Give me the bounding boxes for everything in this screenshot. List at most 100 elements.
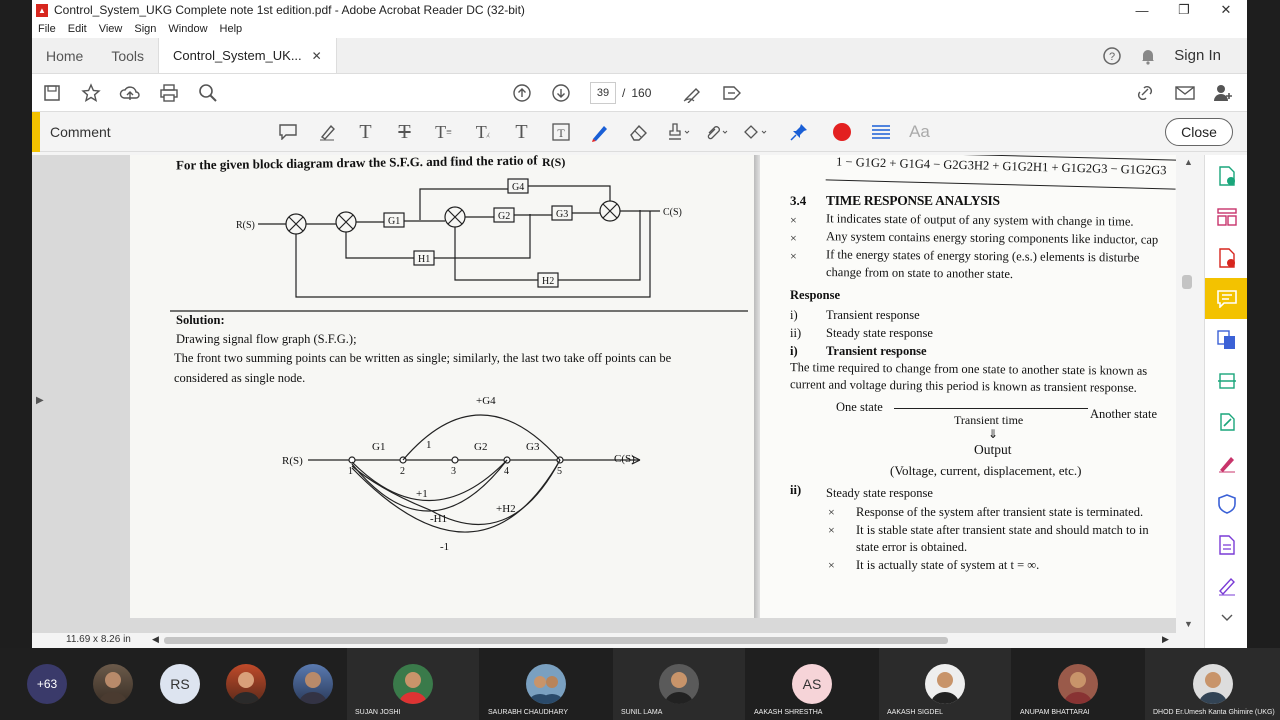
response-2-num: ii) <box>790 326 802 340</box>
restore-button[interactable]: ❐ <box>1163 0 1205 20</box>
participant-avatar <box>1193 664 1233 704</box>
comment-tool-icon[interactable] <box>1205 278 1247 319</box>
organize-pages-icon[interactable] <box>1205 196 1247 237</box>
steady-state-title: Steady state response <box>826 486 933 500</box>
combine-files-icon[interactable] <box>1205 319 1247 360</box>
bookmark-star-icon[interactable] <box>71 74 110 112</box>
left-panel-toggle-icon[interactable]: ▶ <box>36 395 44 406</box>
page-size-label: 11.69 x 8.26 in <box>66 634 131 645</box>
menu-help[interactable]: Help <box>220 23 243 35</box>
participant-tile: DHOD Er.Umesh Kanta Ghimire (UKG) <box>1145 648 1280 720</box>
svg-text:T: T <box>557 126 565 140</box>
tag-share-icon[interactable] <box>712 74 751 112</box>
line-thickness-icon[interactable] <box>861 112 900 152</box>
close-window-button[interactable]: ✕ <box>1205 0 1247 20</box>
sticky-note-icon[interactable] <box>268 112 307 152</box>
response-3: Transient response <box>826 344 927 358</box>
scroll-left-icon[interactable]: ◀ <box>152 634 159 645</box>
sign-in-link[interactable]: Sign In <box>1166 38 1247 73</box>
pdf-page-left: For the given block diagram draw the S.F… <box>130 155 758 618</box>
tab-document[interactable]: Control_System_UK... ✕ <box>158 38 337 73</box>
menu-sign[interactable]: Sign <box>134 23 156 35</box>
scroll-down-icon[interactable]: ▼ <box>1184 619 1193 629</box>
response-2: Steady state response <box>826 326 933 340</box>
sfg-output: C(S) <box>614 453 635 465</box>
sfg-gain-minus1: -1 <box>440 541 449 553</box>
tab-tools[interactable]: Tools <box>97 38 158 73</box>
color-picker-icon[interactable] <box>822 112 861 152</box>
add-text-icon[interactable]: T <box>502 112 541 152</box>
previous-page-icon[interactable] <box>502 74 541 112</box>
sfg-gain-minus-h1: -H1 <box>430 513 447 525</box>
pin-icon[interactable] <box>779 112 818 152</box>
sfg-gain-g2: G2 <box>474 441 487 453</box>
email-icon[interactable] <box>1165 74 1204 112</box>
edit-pdf-icon[interactable] <box>1205 401 1247 442</box>
ss-bullet-3: It is actually state of system at t = ∞. <box>856 558 1040 572</box>
participant-avatar <box>1058 664 1098 704</box>
minimize-button[interactable]: — <box>1121 0 1163 20</box>
participant-tile: SUNIL LAMA <box>613 648 745 720</box>
signature-pen-icon[interactable] <box>1205 565 1247 606</box>
replace-text-icon[interactable]: T ≡ <box>424 112 463 152</box>
export-pdf-icon[interactable] <box>1205 155 1247 196</box>
print-icon[interactable] <box>149 74 188 112</box>
next-page-icon[interactable] <box>541 74 580 112</box>
text-properties-icon[interactable]: Aa <box>900 112 939 152</box>
transient-para-1: The time required to change from one sta… <box>789 360 1148 378</box>
share-link-icon[interactable] <box>1125 74 1164 112</box>
response-1: Transient response <box>826 308 920 322</box>
scroll-right-icon[interactable]: ▶ <box>1162 634 1169 645</box>
response-1-num: i) <box>790 308 798 322</box>
scan-ocr-icon[interactable] <box>1205 360 1247 401</box>
create-pdf-icon[interactable] <box>1205 237 1247 278</box>
menu-view[interactable]: View <box>99 23 123 35</box>
notification-bell-icon[interactable] <box>1130 38 1166 73</box>
scroll-up-icon[interactable]: ▲ <box>1184 157 1193 167</box>
eraser-icon[interactable] <box>619 112 658 152</box>
participant-avatar <box>393 664 433 704</box>
comment-toolbar: Comment T T T ≡ T ⁁ T T Aa Close <box>32 111 1247 152</box>
tools-side-panel <box>1204 155 1247 648</box>
help-icon[interactable]: ? <box>1094 38 1130 73</box>
more-tools-doc-icon[interactable] <box>1205 524 1247 565</box>
strikethrough-text-icon[interactable]: T <box>385 112 424 152</box>
participant-name: SAURABH CHAUDHARY <box>488 709 568 716</box>
sign-pen-icon[interactable] <box>672 74 711 112</box>
save-icon[interactable] <box>32 74 71 112</box>
bd-g4: G4 <box>512 182 524 193</box>
fill-sign-icon[interactable] <box>1205 442 1247 483</box>
page-number-input[interactable]: 39 <box>590 82 616 104</box>
more-participants-badge[interactable]: +63 <box>27 664 67 704</box>
insert-text-icon[interactable]: T ⁁ <box>463 112 502 152</box>
menu-bar: File Edit View Sign Window Help <box>32 20 1247 38</box>
underline-text-icon[interactable]: T <box>346 112 385 152</box>
add-user-icon[interactable] <box>1203 74 1242 112</box>
vertical-scroll-thumb[interactable] <box>1182 275 1192 289</box>
stamp-icon[interactable] <box>658 112 697 152</box>
menu-window[interactable]: Window <box>168 23 207 35</box>
text-box-icon[interactable]: T <box>541 112 580 152</box>
solution-heading: Solution: <box>176 313 225 327</box>
attach-icon[interactable] <box>697 112 736 152</box>
upload-cloud-icon[interactable] <box>110 74 149 112</box>
acrobat-pdf-icon: ▲ <box>36 3 48 17</box>
tab-bar: Home Tools Control_System_UK... ✕ ? Sign… <box>32 38 1247 74</box>
participant-avatar <box>226 664 266 704</box>
protect-shield-icon[interactable] <box>1205 483 1247 524</box>
state-arrow-line <box>894 408 1088 409</box>
horizontal-scrollbar[interactable]: 11.69 x 8.26 in ◀ ▶ <box>32 633 1204 648</box>
ss-bullet-2-cont: state error is obtained. <box>856 540 968 554</box>
shapes-icon[interactable] <box>736 112 775 152</box>
vertical-scrollbar[interactable]: ▲ ▼ <box>1176 155 1204 633</box>
highlighter-icon[interactable] <box>307 112 346 152</box>
tab-close-icon[interactable]: ✕ <box>312 49 322 63</box>
tab-home[interactable]: Home <box>32 38 97 73</box>
draw-pencil-icon[interactable] <box>580 112 619 152</box>
menu-edit[interactable]: Edit <box>68 23 87 35</box>
search-icon[interactable] <box>188 74 227 112</box>
more-tools-chevron-icon[interactable] <box>1205 606 1247 630</box>
horizontal-scroll-thumb[interactable] <box>164 637 948 644</box>
close-comment-button[interactable]: Close <box>1165 118 1233 146</box>
menu-file[interactable]: File <box>38 23 56 35</box>
